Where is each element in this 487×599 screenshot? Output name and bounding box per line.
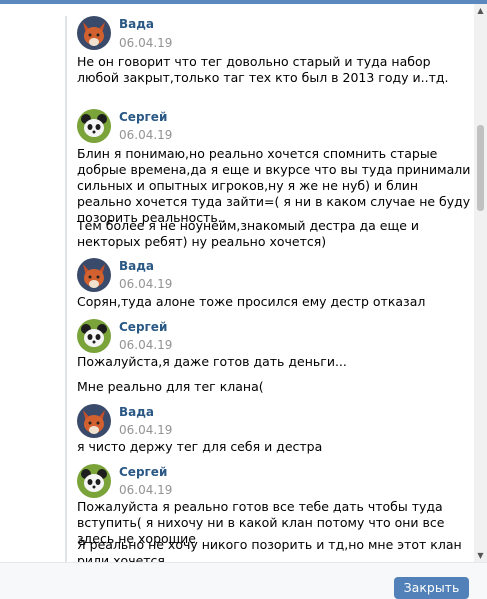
close-button[interactable]: Закрыть — [394, 577, 469, 599]
arrow-down-icon[interactable]: ▼ — [474, 549, 487, 562]
chat-history: Вада 06.04.19 Не он говорит что тег дово… — [0, 4, 487, 562]
fox-avatar[interactable] — [77, 16, 111, 50]
arrow-up-icon[interactable]: ▲ — [474, 4, 487, 17]
message-text: Я реально не хочу никого позорить и тд,н… — [77, 537, 462, 562]
vertical-scrollbar[interactable]: ▲ ▼ — [474, 4, 487, 562]
message-date: 06.04.19 — [119, 277, 173, 291]
message-author[interactable]: Вада — [119, 259, 154, 273]
message-date: 06.04.19 — [119, 36, 173, 50]
message-text: Тем более я не ноунейм,знакомый дестра д… — [77, 218, 420, 249]
dialog-footer: Закрыть — [0, 562, 487, 599]
message-author[interactable]: Вада — [119, 17, 154, 31]
message-author[interactable]: Сергей — [119, 110, 167, 124]
message-text: я чисто держу тег для себя и дестра — [77, 439, 323, 454]
fox-avatar[interactable] — [77, 258, 111, 292]
fox-avatar[interactable] — [77, 404, 111, 438]
message-date: 06.04.19 — [119, 483, 173, 497]
panda-avatar[interactable] — [77, 319, 111, 353]
message-text: Блин я понимаю,но реально хочется спомни… — [77, 146, 471, 225]
message-date: 06.04.19 — [119, 338, 173, 352]
message-text: Сорян,туда алоне тоже просился ему дестр… — [77, 294, 426, 309]
scroll-thumb[interactable] — [477, 125, 484, 211]
message-text: Не он говорит что тег довольно старый и … — [77, 54, 449, 85]
message-text: Мне реально для тег клана( — [77, 379, 264, 394]
panda-avatar[interactable] — [77, 464, 111, 498]
panda-avatar[interactable] — [77, 109, 111, 143]
message-author[interactable]: Сергей — [119, 465, 167, 479]
message-date: 06.04.19 — [119, 128, 173, 142]
message-author[interactable]: Вада — [119, 405, 154, 419]
message-date: 06.04.19 — [119, 423, 173, 437]
forwarded-quote-line — [65, 16, 67, 562]
message-author[interactable]: Сергей — [119, 320, 167, 334]
message-text: Пожалуйста,я даже готов дать деньги... — [77, 354, 347, 369]
